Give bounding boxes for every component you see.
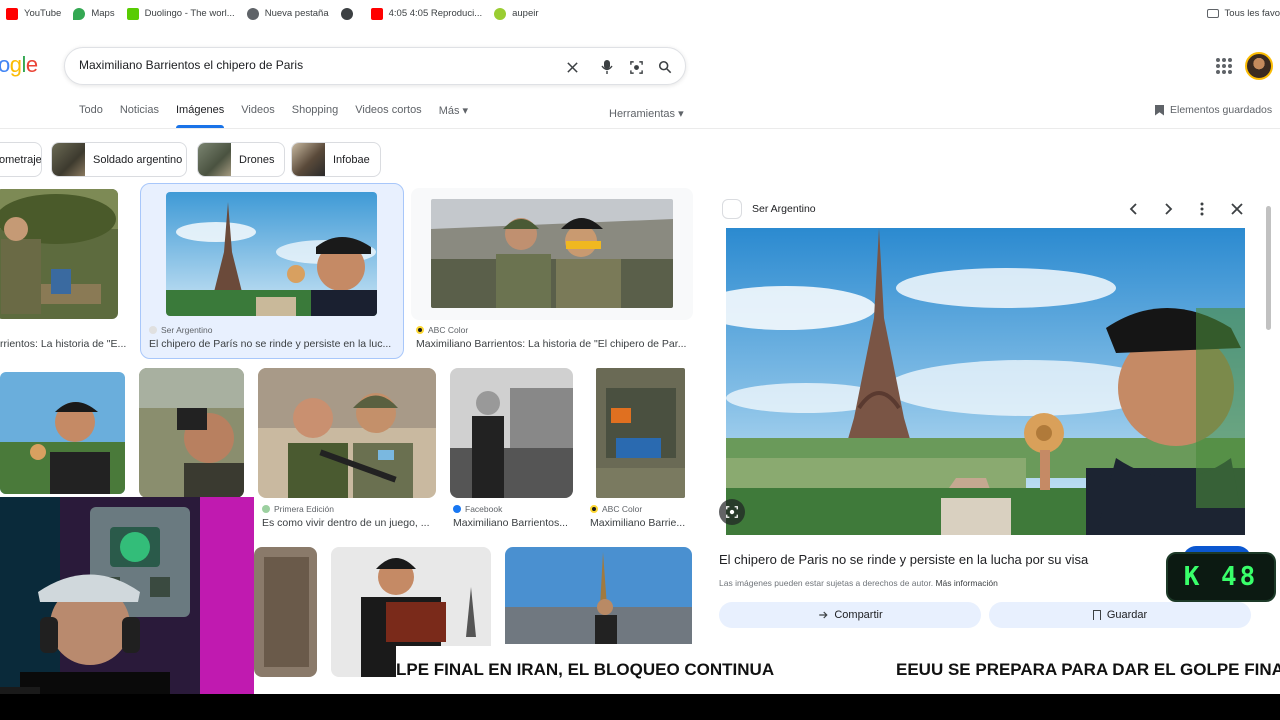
search-box[interactable]: Maximiliano Barrientos el chipero de Par… [64, 47, 686, 85]
image-result[interactable] [166, 192, 377, 316]
chrome-icon [246, 7, 259, 20]
previous-icon[interactable] [1126, 201, 1142, 217]
result-title[interactable]: Maximiliano Barrientos: La historia de "… [416, 338, 688, 350]
bookmark-globe[interactable] [340, 7, 359, 20]
source-favicon [149, 326, 157, 334]
more-info-link[interactable]: Más información [935, 578, 997, 588]
preview-image[interactable] [726, 228, 1245, 535]
clear-icon[interactable] [563, 58, 581, 76]
all-bookmarks[interactable]: Tous les favo [1206, 0, 1280, 27]
image-result[interactable] [258, 368, 436, 498]
search-tabs: Todo Noticias Imágenes Videos Shopping V… [79, 104, 485, 128]
result-title[interactable]: El chipero de París no se rinde y persis… [149, 338, 394, 350]
image-result[interactable] [0, 372, 125, 494]
globe-icon [340, 7, 353, 20]
bookmarks-bar: YouTube Maps Duolingo - The worl... Nuev… [0, 0, 1280, 27]
source-favicon [416, 326, 424, 334]
bookmark-youtube[interactable]: YouTube [6, 7, 61, 20]
tab-videos[interactable]: Videos [241, 104, 274, 128]
result-title[interactable]: Es como vivir dentro de un juego, ... [262, 517, 432, 529]
chip-thumbnail [292, 143, 325, 176]
image-result[interactable] [139, 368, 244, 498]
scrollbar[interactable] [1266, 206, 1271, 330]
source-favicon [722, 199, 742, 219]
bookmark-duolingo[interactable]: Duolingo - The worl... [126, 7, 235, 20]
image-result[interactable] [505, 547, 692, 644]
search-input[interactable]: Maximiliano Barrientos el chipero de Par… [79, 58, 303, 72]
bookmark-new-tab[interactable]: Nueva pestaña [246, 7, 329, 20]
bottom-bar [0, 694, 1280, 720]
lens-search-icon[interactable] [719, 499, 745, 525]
apps-grid-icon[interactable] [1216, 58, 1232, 74]
result-title[interactable]: rrientos: La historia de "E... [0, 338, 128, 350]
bookmark-icon [1155, 104, 1164, 116]
chip-infobae[interactable]: Infobae [291, 142, 381, 177]
result-title[interactable]: Maximiliano Barrie... [590, 517, 690, 529]
duolingo-icon [126, 7, 139, 20]
ticker-text: EEUU SE PREPARA PARA DAR EL GOLPE FINAL … [896, 660, 1280, 679]
webcam-overlay [0, 497, 254, 720]
tab-imagenes[interactable]: Imágenes [175, 104, 225, 128]
share-icon [819, 611, 828, 619]
ticker-text: LPE FINAL EN IRAN, EL BLOQUEO CONTINUA [396, 660, 775, 679]
tools-button[interactable]: Herramientas ▾ [609, 107, 684, 120]
chip-drones[interactable]: Drones [197, 142, 285, 177]
lens-icon[interactable] [627, 58, 645, 76]
facebook-icon [453, 505, 461, 513]
source-favicon [262, 505, 270, 513]
saved-items-link[interactable]: Elementos guardados [1155, 104, 1272, 116]
copyright-notice: Las imágenes pueden estar sujetas a dere… [719, 578, 998, 588]
google-logo[interactable]: ogle ogle [0, 52, 38, 78]
youtube-icon [370, 7, 383, 20]
result-source: ABC Color [590, 504, 642, 514]
image-result[interactable] [254, 547, 317, 677]
news-ticker: LPE FINAL EN IRAN, EL BLOQUEO CONTINUA E… [396, 646, 1280, 694]
next-icon[interactable] [1160, 201, 1176, 217]
panel-title[interactable]: El chipero de Paris no se rinde y persis… [719, 552, 1088, 567]
youtube-icon [6, 7, 18, 20]
viewer-counter: K 48 [1166, 552, 1276, 602]
folder-icon [1206, 9, 1219, 18]
result-source: ABC Color [416, 325, 468, 335]
chip-metraje[interactable]: ometraje [0, 142, 42, 177]
panel-source[interactable]: Ser Argentino [752, 203, 816, 215]
more-options-icon[interactable] [1194, 201, 1210, 217]
result-source: Facebook [453, 504, 502, 514]
result-source: Primera Edición [262, 504, 334, 514]
search-icon[interactable] [656, 58, 674, 76]
result-source: Ser Argentino [149, 325, 213, 335]
result-title[interactable]: Maximiliano Barrientos... [453, 517, 571, 529]
tab-noticias[interactable]: Noticias [120, 104, 159, 128]
bookmark-maps[interactable]: Maps [73, 7, 115, 20]
avatar[interactable] [1245, 52, 1273, 80]
image-result[interactable] [450, 368, 573, 498]
source-favicon [590, 505, 598, 513]
chip-thumbnail [52, 143, 85, 176]
microphone-icon[interactable] [598, 58, 616, 76]
bookmark-youtube-video[interactable]: 4:05 4:05 Reproduci... [370, 7, 482, 20]
close-icon[interactable] [1229, 201, 1245, 217]
image-result[interactable] [0, 189, 118, 319]
bookmark-icon [1092, 610, 1101, 620]
share-button[interactable]: Compartir [719, 602, 981, 628]
image-result[interactable] [596, 368, 685, 498]
tab-mas[interactable]: Más ▾ [439, 104, 468, 128]
chip-thumbnail [198, 143, 231, 176]
save-button[interactable]: Guardar [989, 602, 1251, 628]
tab-videos-cortos[interactable]: Videos cortos [355, 104, 421, 128]
tab-shopping[interactable]: Shopping [292, 104, 339, 128]
bookmark-aupeir[interactable]: aupeir [494, 7, 539, 20]
image-result[interactable] [431, 199, 673, 308]
divider [0, 128, 1280, 129]
maps-icon [73, 7, 86, 20]
chip-soldado-argentino[interactable]: Soldado argentino [51, 142, 187, 177]
sparkle-icon [494, 7, 507, 20]
tab-todo[interactable]: Todo [79, 104, 103, 128]
